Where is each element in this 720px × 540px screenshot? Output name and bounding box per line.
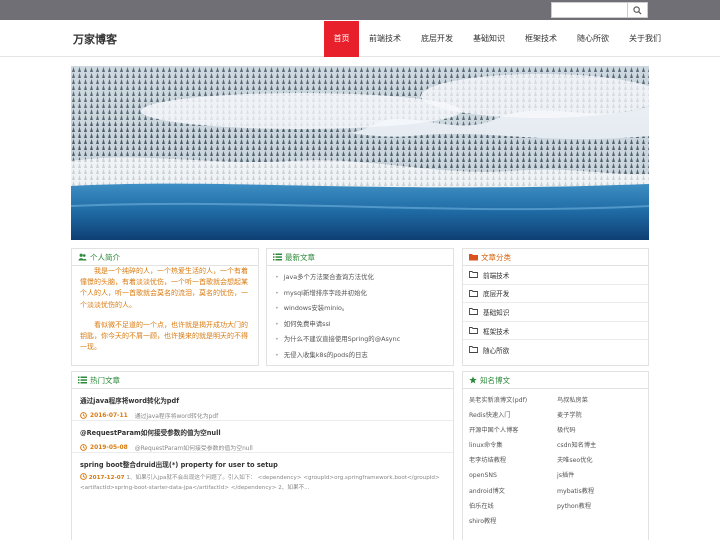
categories-title: 文章分类 bbox=[481, 252, 511, 262]
hot-article: 通过java程序将word转化为pdf 2016-07-11 通过java程序将… bbox=[72, 389, 453, 421]
blog-link[interactable]: android博文 bbox=[469, 484, 557, 499]
blog-link[interactable]: csdn知名博主 bbox=[557, 438, 645, 453]
folder-outline-icon bbox=[469, 327, 478, 335]
list-icon bbox=[78, 376, 87, 384]
intro-panel: 个人简介 我是一个纯碎的人，一个热爱生活的人，一个有着憧憬的头脑，有着淡淡忧伤，… bbox=[71, 248, 259, 366]
folder-outline-icon bbox=[469, 346, 478, 354]
intro-paragraph-2: 看似微不足道的一个点，也许就是揭开成功大门的钥匙，你今天的不屑一顾，也许换来的就… bbox=[80, 320, 248, 352]
blog-link[interactable]: openSNS bbox=[469, 468, 557, 483]
category-label: 基础知识 bbox=[483, 308, 510, 317]
hot-article-title[interactable]: @RequestParam如何接受参数的值为空null bbox=[80, 427, 445, 437]
intro-title: 个人简介 bbox=[90, 252, 120, 262]
blog-link[interactable]: shiro教程 bbox=[469, 514, 557, 529]
banner-image bbox=[71, 66, 649, 240]
nav-item-lowlevel[interactable]: 底层开发 bbox=[411, 21, 463, 57]
clock-icon bbox=[80, 444, 87, 451]
nav-item-frameworks[interactable]: 框架技术 bbox=[515, 21, 567, 57]
hot-article-title[interactable]: 通过java程序将word转化为pdf bbox=[80, 395, 445, 405]
blog-link[interactable]: python教程 bbox=[557, 499, 645, 514]
search-button[interactable] bbox=[628, 2, 648, 18]
categories-panel: 文章分类 前端技术 底层开发 基础知识 框架技术 随心所欲 bbox=[462, 248, 649, 366]
latest-header: 最新文章 bbox=[267, 249, 453, 266]
main-nav: 首页 前端技术 底层开发 基础知识 框架技术 随心所欲 关于我们 bbox=[324, 21, 671, 57]
category-label: 框架技术 bbox=[483, 327, 510, 336]
blog-link[interactable]: linux命令集 bbox=[469, 438, 557, 453]
category-label: 前端技术 bbox=[483, 271, 510, 280]
blog-link[interactable]: 极代码 bbox=[557, 423, 645, 438]
category-item-basics[interactable]: 基础知识 bbox=[463, 303, 648, 322]
famous-blogs-panel: 知名博文 吴老实新浪博文(pdf) 鸟叔私房菜 Redis快速入门 麦子学院 开… bbox=[462, 371, 649, 540]
latest-item[interactable]: 如何免费申请ssl bbox=[267, 317, 453, 333]
nav-item-about[interactable]: 关于我们 bbox=[619, 21, 671, 57]
folder-outline-icon bbox=[469, 308, 478, 316]
top-bar bbox=[0, 0, 720, 20]
latest-title: 最新文章 bbox=[285, 252, 315, 262]
hot-article: @RequestParam如何接受参数的值为空null 2019-05-08 @… bbox=[72, 421, 453, 453]
site-header: 万家博客 首页 前端技术 底层开发 基础知识 框架技术 随心所欲 关于我们 bbox=[0, 20, 720, 57]
category-item-casual[interactable]: 随心所欲 bbox=[463, 340, 648, 359]
hot-article-title[interactable]: spring boot整合druid出现(*) property for use… bbox=[80, 459, 445, 469]
blog-link[interactable]: 鸟叔私房菜 bbox=[557, 393, 645, 408]
latest-item[interactable]: mysql新增排序字段并初始化 bbox=[267, 286, 453, 302]
blog-link[interactable]: 夫唯seo优化 bbox=[557, 453, 645, 468]
latest-item[interactable]: windows安装minio。 bbox=[267, 301, 453, 317]
category-label: 随心所欲 bbox=[483, 346, 510, 355]
folder-outline-icon bbox=[469, 289, 478, 297]
nav-item-home[interactable]: 首页 bbox=[324, 21, 359, 57]
blog-link[interactable]: Redis快速入门 bbox=[469, 408, 557, 423]
star-icon bbox=[469, 376, 477, 384]
nav-item-basics[interactable]: 基础知识 bbox=[463, 21, 515, 57]
hot-article: spring boot整合druid出现(*) property for use… bbox=[72, 453, 453, 503]
search-icon bbox=[633, 5, 642, 15]
blog-link[interactable]: 伯乐在线 bbox=[469, 499, 557, 514]
hot-article-summary: 1、如果引入jpa就不会出现这个问题了。引入如下： <dependency> <… bbox=[80, 475, 440, 491]
blog-link[interactable]: 老李坊结教程 bbox=[469, 453, 557, 468]
blogs-title: 知名博文 bbox=[480, 375, 510, 385]
clock-icon bbox=[80, 473, 87, 480]
hot-article-date: 2016-07-11 bbox=[90, 412, 128, 419]
hot-article-summary: 通过java程序将word转化为pdf bbox=[134, 414, 219, 420]
site-title[interactable]: 万家博客 bbox=[73, 31, 117, 47]
clock-icon bbox=[80, 412, 87, 419]
category-item-lowlevel[interactable]: 底层开发 bbox=[463, 285, 648, 304]
user-group-icon bbox=[78, 253, 87, 261]
blog-link[interactable]: js插件 bbox=[557, 468, 645, 483]
categories-header: 文章分类 bbox=[463, 249, 648, 266]
hot-article-meta: 2016-07-11 通过java程序将word转化为pdf bbox=[80, 411, 445, 420]
latest-item[interactable]: 无侵入收集k8s的pods的日志 bbox=[267, 348, 453, 364]
intro-header: 个人简介 bbox=[72, 249, 258, 266]
blogs-header: 知名博文 bbox=[463, 372, 648, 389]
blog-link[interactable]: 吴老实新浪博文(pdf) bbox=[469, 393, 557, 408]
folder-icon bbox=[469, 254, 478, 261]
hot-article-meta: 2019-05-08 @RequestParam如何接受参数的值为空null bbox=[80, 443, 445, 452]
category-item-frontend[interactable]: 前端技术 bbox=[463, 266, 648, 285]
blog-link[interactable]: mybatis教程 bbox=[557, 484, 645, 499]
nav-item-casual[interactable]: 随心所欲 bbox=[567, 21, 619, 57]
blogs-grid: 吴老实新浪博文(pdf) 鸟叔私房菜 Redis快速入门 麦子学院 开源中国个人… bbox=[463, 389, 648, 529]
hot-header: 热门文章 bbox=[72, 372, 453, 389]
latest-panel: 最新文章 java多个方法聚合查询方法优化 mysql新增排序字段并初始化 wi… bbox=[266, 248, 454, 366]
category-label: 底层开发 bbox=[483, 290, 510, 299]
latest-item[interactable]: 为什么不建议直接使用Spring的@Async bbox=[267, 332, 453, 348]
latest-item[interactable]: java多个方法聚合查询方法优化 bbox=[267, 270, 453, 286]
hot-article-excerpt: 2017-12-07 1、如果引入jpa就不会出现这个问题了。引入如下： <de… bbox=[80, 473, 445, 493]
list-icon bbox=[273, 253, 282, 261]
category-item-frameworks[interactable]: 框架技术 bbox=[463, 322, 648, 341]
blog-link[interactable]: 开源中国个人博客 bbox=[469, 423, 557, 438]
intro-paragraph-1: 我是一个纯碎的人，一个热爱生活的人，一个有着憧憬的头脑，有着淡淡忧伤，一个听一首… bbox=[80, 267, 248, 309]
search-input[interactable] bbox=[551, 2, 628, 18]
hot-title: 热门文章 bbox=[90, 375, 120, 385]
hot-articles-panel: 热门文章 通过java程序将word转化为pdf 2016-07-11 通过ja… bbox=[71, 371, 454, 540]
folder-outline-icon bbox=[469, 271, 478, 279]
hot-article-summary: @RequestParam如何接受参数的值为空null bbox=[134, 446, 253, 452]
hot-article-date: 2019-05-08 bbox=[90, 444, 128, 451]
blog-link[interactable]: 麦子学院 bbox=[557, 408, 645, 423]
hot-article-date: 2017-12-07 bbox=[88, 475, 125, 481]
nav-item-frontend[interactable]: 前端技术 bbox=[359, 21, 411, 57]
